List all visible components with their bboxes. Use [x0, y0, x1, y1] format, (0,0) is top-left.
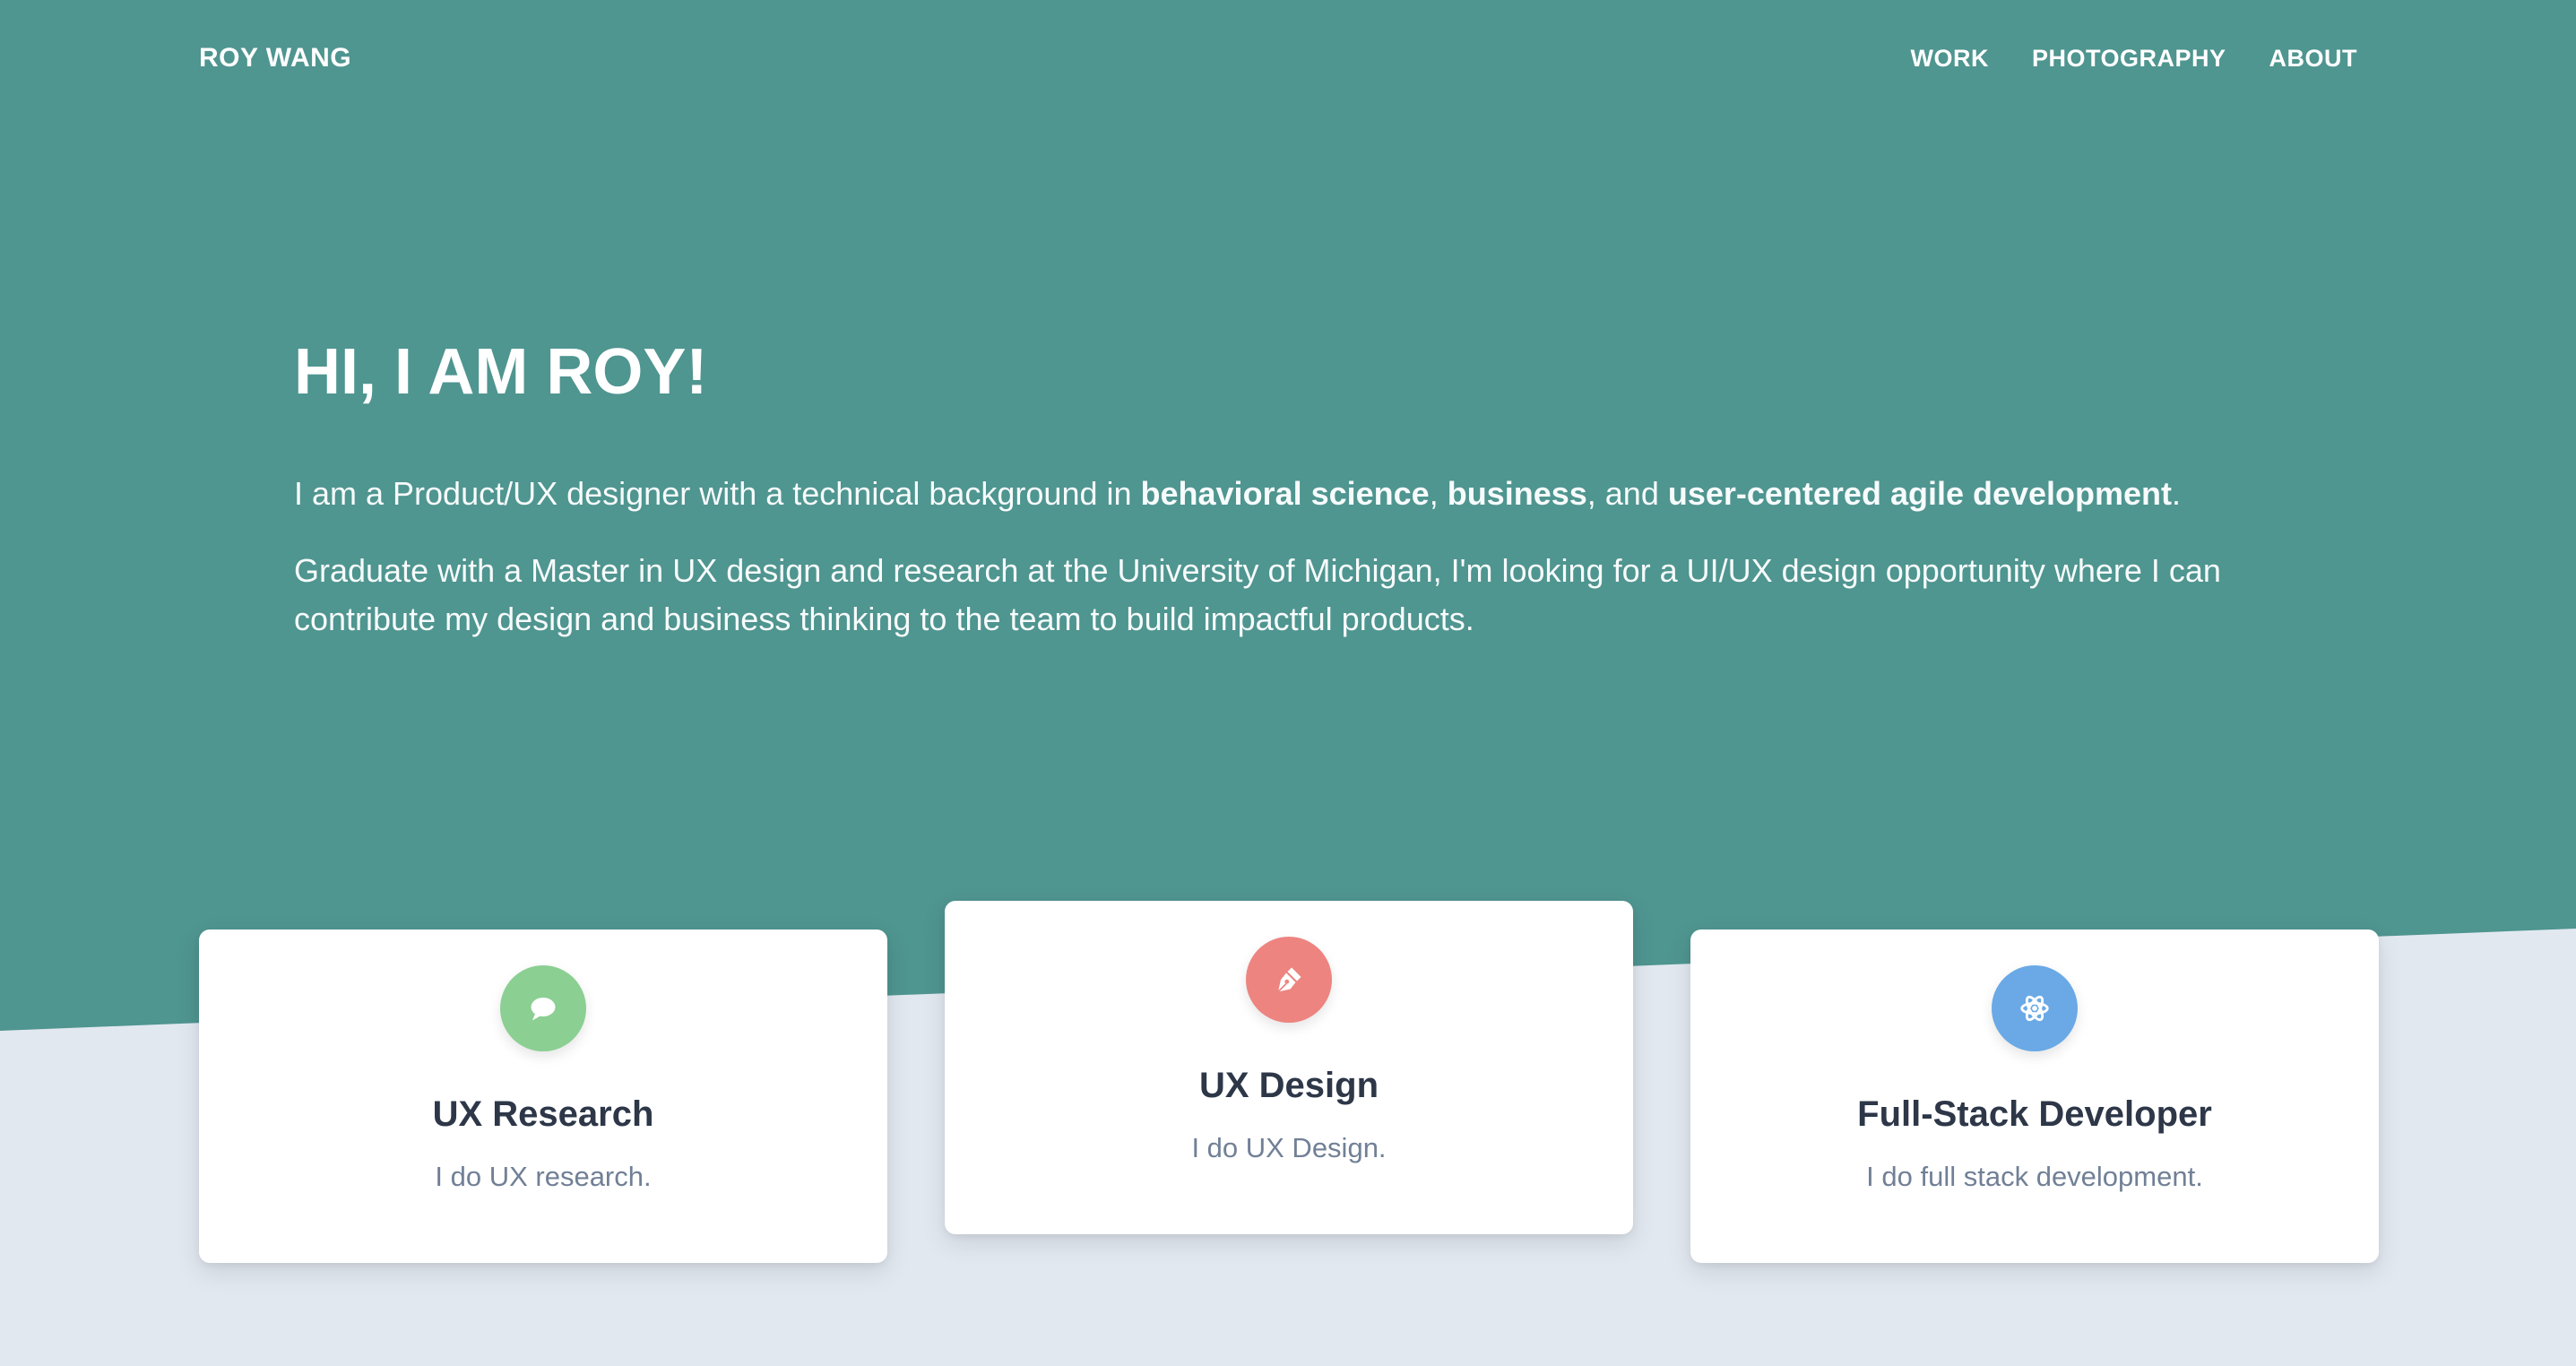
hero-section: HI, I AM ROY! I am a Product/UX designer… [294, 332, 2293, 644]
card-title: UX Research [432, 1094, 654, 1134]
card-description: I do full stack development. [1866, 1161, 2203, 1192]
main-nav: WORK PHOTOGRAPHY ABOUT [1910, 45, 2357, 73]
intro-highlight-agile-development: user-centered agile development [1667, 475, 2173, 512]
card-description: I do UX research. [435, 1161, 652, 1192]
service-card-full-stack-developer: Full-Stack Developer I do full stack dev… [1690, 929, 2379, 1263]
card-title: Full-Stack Developer [1857, 1094, 2212, 1134]
intro-separator: , and [1586, 475, 1668, 512]
hero-intro: I am a Product/UX designer with a techni… [294, 470, 2293, 518]
nav-link-photography[interactable]: PHOTOGRAPHY [2032, 45, 2226, 73]
card-description: I do UX Design. [1191, 1132, 1387, 1163]
intro-separator: , [1429, 475, 1448, 512]
chat-bubble-icon [500, 965, 586, 1051]
top-navigation: ROY WANG WORK PHOTOGRAPHY ABOUT [0, 0, 2576, 125]
hero-title: HI, I AM ROY! [294, 336, 708, 408]
intro-highlight-behavioral-science: behavioral science [1140, 475, 1430, 512]
intro-text: I am a Product/UX designer with a techni… [294, 475, 1141, 512]
pen-nib-icon [1246, 937, 1332, 1023]
atom-icon [1992, 965, 2078, 1051]
service-card-ux-design: UX Design I do UX Design. [945, 901, 1633, 1234]
brand-logo-link[interactable]: ROY WANG [199, 43, 351, 73]
nav-link-about[interactable]: ABOUT [2269, 45, 2358, 73]
card-title: UX Design [1198, 1066, 1379, 1105]
intro-highlight-business: business [1447, 475, 1587, 512]
intro-period: . [2172, 475, 2182, 512]
service-card-ux-research: UX Research I do UX research. [199, 929, 887, 1263]
nav-link-work[interactable]: WORK [1910, 45, 1988, 73]
hero-graduate-text: Graduate with a Master in UX design and … [294, 552, 2221, 637]
